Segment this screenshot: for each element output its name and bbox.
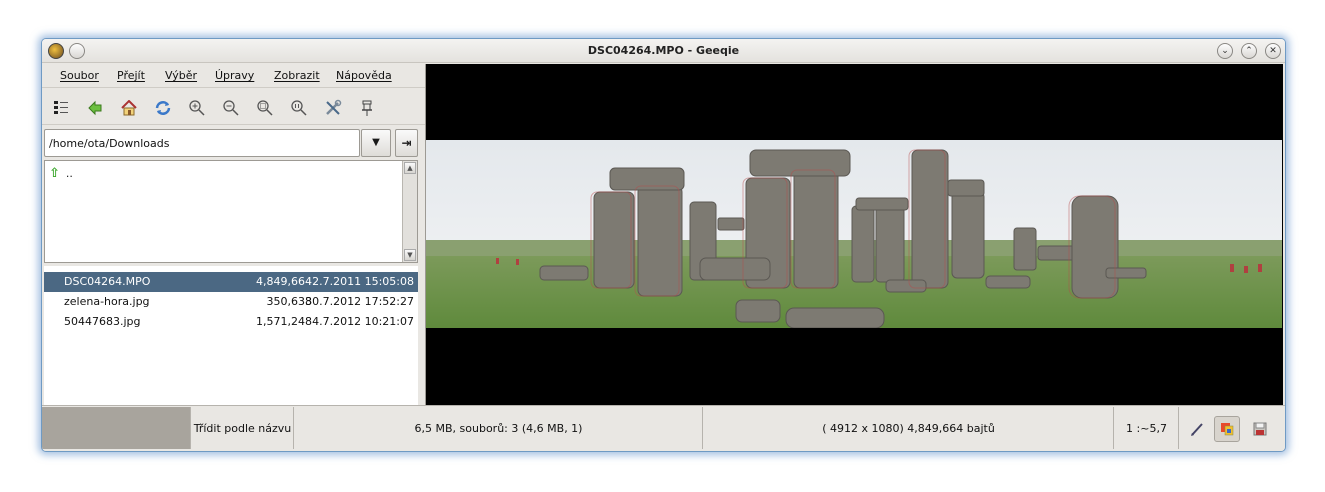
close-button[interactable]: ✕ bbox=[1265, 43, 1281, 59]
file-name: zelena-hora.jpg bbox=[64, 295, 150, 308]
image-viewer[interactable] bbox=[425, 64, 1283, 405]
menu-soubor[interactable]: Soubor bbox=[60, 69, 99, 82]
minimize-button[interactable]: ⌄ bbox=[1217, 43, 1233, 59]
sort-button[interactable]: Třídit podle názvu bbox=[192, 407, 294, 449]
file-name: DSC04264.MPO bbox=[64, 275, 151, 288]
save-icon[interactable] bbox=[1247, 416, 1273, 442]
file-size: 4,849,664 bbox=[256, 275, 312, 288]
window-title: DSC04264.MPO - Geeqie bbox=[587, 44, 740, 57]
file-list: DSC04264.MPO 4,849,664 2.7.2011 15:05:08… bbox=[44, 266, 418, 405]
table-row[interactable]: zelena-hora.jpg 350,638 30.7.2012 17:52:… bbox=[44, 292, 418, 312]
file-name: 50447683.jpg bbox=[64, 315, 141, 328]
up-arrow-icon: ⇧ bbox=[49, 166, 60, 181]
home-icon[interactable] bbox=[118, 97, 140, 119]
preferences-icon[interactable] bbox=[322, 97, 344, 119]
zoom-level: 1 :~5,7 bbox=[1115, 407, 1179, 449]
main-window: DSC04264.MPO - Geeqie ⌄ ⌃ ✕ Soubor Přejí… bbox=[41, 38, 1286, 452]
menu-prejit[interactable]: Přejít bbox=[117, 69, 145, 82]
menu-vyber[interactable]: Výběr bbox=[165, 69, 197, 82]
image-info: ( 4912 x 1080) 4,849,664 bajtů bbox=[704, 407, 1114, 449]
maximize-button[interactable]: ⌃ bbox=[1241, 43, 1257, 59]
path-bar: ▼ ⇥ bbox=[44, 129, 418, 157]
status-bar: Třídit podle názvu 6,5 MB, souborů: 3 (4… bbox=[42, 405, 1285, 451]
zoom-fit-icon[interactable] bbox=[254, 97, 276, 119]
zoom-out-icon[interactable] bbox=[220, 97, 242, 119]
back-icon[interactable] bbox=[84, 97, 106, 119]
progress-area bbox=[42, 407, 191, 449]
menu-zobrazit[interactable]: Zobrazit bbox=[274, 69, 320, 82]
list-item[interactable]: ⇧ .. bbox=[49, 166, 73, 181]
menu-napoveda[interactable]: Nápověda bbox=[336, 69, 392, 82]
title-bar[interactable]: DSC04264.MPO - Geeqie ⌄ ⌃ ✕ bbox=[42, 39, 1285, 63]
refresh-icon[interactable] bbox=[152, 97, 174, 119]
toolbar bbox=[42, 89, 425, 125]
menu-upravy[interactable]: Úpravy bbox=[215, 69, 254, 82]
thumbnails-icon[interactable] bbox=[50, 97, 72, 119]
menu-bar: Soubor Přejít Výběr Úpravy Zobrazit Nápo… bbox=[42, 64, 425, 88]
folder-summary: 6,5 MB, souborů: 3 (4,6 MB, 1) bbox=[295, 407, 703, 449]
path-go-button[interactable]: ⇥ bbox=[395, 129, 418, 157]
path-input[interactable] bbox=[44, 129, 360, 157]
scroll-down-arrow-icon[interactable]: ▼ bbox=[404, 249, 416, 261]
path-history-dropdown[interactable]: ▼ bbox=[361, 129, 391, 157]
file-size: 1,571,248 bbox=[256, 315, 312, 328]
edit-pen-icon[interactable] bbox=[1184, 416, 1210, 442]
file-date: 4.7.2012 10:21:07 bbox=[312, 315, 414, 328]
file-date: 2.7.2011 15:05:08 bbox=[312, 275, 414, 288]
color-profile-icon[interactable] bbox=[1214, 416, 1240, 442]
dir-name: .. bbox=[65, 167, 73, 180]
file-date: 30.7.2012 17:52:27 bbox=[305, 295, 414, 308]
table-row[interactable]: 50447683.jpg 1,571,248 4.7.2012 10:21:07 bbox=[44, 312, 418, 332]
scroll-up-arrow-icon[interactable]: ▲ bbox=[404, 162, 416, 174]
float-icon[interactable] bbox=[356, 97, 378, 119]
directory-list: ⇧ .. ▲ ▼ bbox=[44, 160, 418, 263]
stonehenge-photo bbox=[426, 140, 1282, 328]
table-row[interactable]: DSC04264.MPO 4,849,664 2.7.2011 15:05:08 bbox=[44, 272, 418, 292]
zoom-in-icon[interactable] bbox=[186, 97, 208, 119]
zoom-1to1-icon[interactable] bbox=[288, 97, 310, 119]
directory-scrollbar[interactable]: ▲ ▼ bbox=[402, 161, 417, 262]
